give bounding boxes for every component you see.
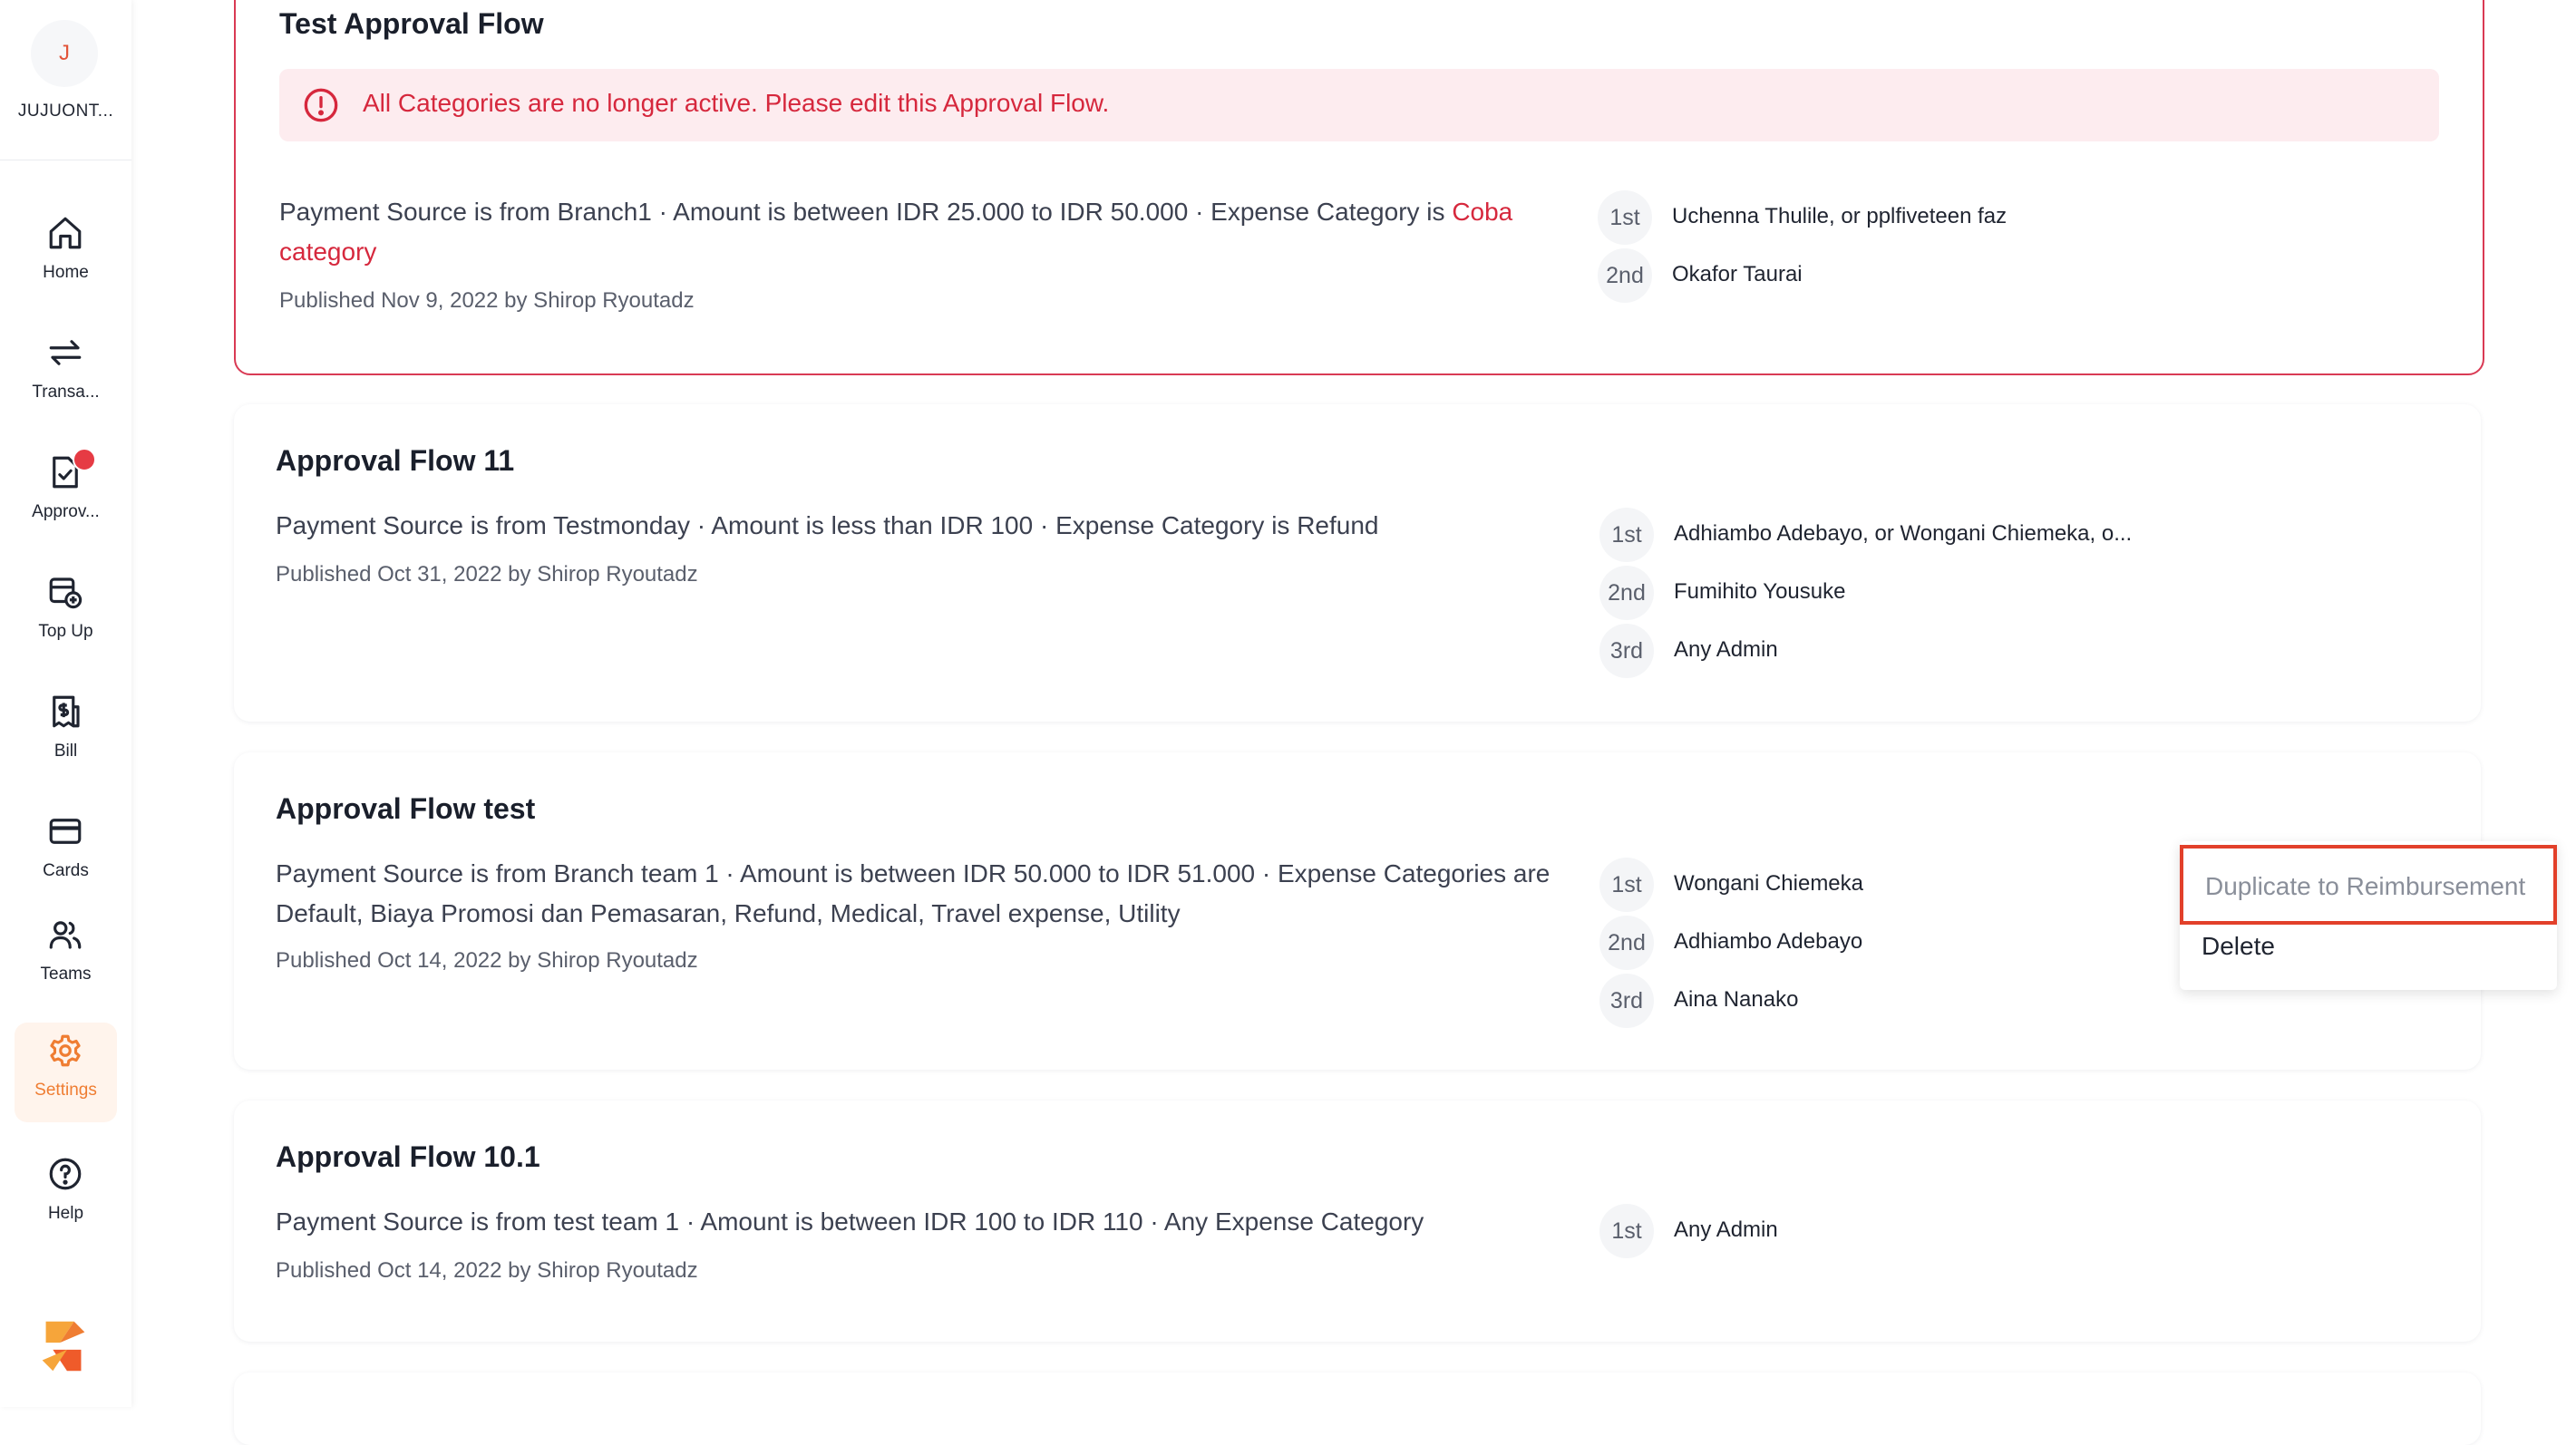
approval-flow-card[interactable]: Approval Flow 10.1 Payment Source is fro… bbox=[234, 1101, 2481, 1342]
flow-conditions: Payment Source is from Branch team 1 · A… bbox=[276, 859, 1550, 927]
sidebar-item-topup[interactable]: Top Up bbox=[15, 564, 117, 664]
step-number: 1st bbox=[1599, 508, 1654, 562]
step-approver: Fumihito Yousuke bbox=[1674, 579, 1846, 604]
sidebar-item-label: Top Up bbox=[38, 622, 93, 641]
sidebar-item-transactions[interactable]: Transa... bbox=[15, 325, 117, 424]
sidebar-item-label: Bill bbox=[53, 742, 78, 761]
step-approver: Okafor Taurai bbox=[1672, 262, 1803, 286]
gear-icon bbox=[50, 1034, 81, 1067]
users-icon bbox=[49, 921, 82, 949]
published-info: Published Nov 9, 2022 by Shirop Ryoutadz bbox=[279, 288, 695, 313]
flow-title: Approval Flow 11 bbox=[276, 444, 515, 477]
sidebar-item-home[interactable]: Home bbox=[15, 205, 117, 305]
step-number: 2nd bbox=[1599, 566, 1654, 620]
sidebar-item-label: Help bbox=[47, 1204, 84, 1223]
sidebar-item-bill[interactable]: Bill bbox=[15, 684, 117, 783]
flow-conditions: Payment Source is from test team 1 · Amo… bbox=[276, 1207, 1424, 1236]
step-number: 1st bbox=[1599, 858, 1654, 912]
sidebar-item-approvals[interactable]: Approv... bbox=[15, 444, 117, 544]
sidebar-item-label: Home bbox=[43, 263, 89, 282]
sidebar-item-label: Transa... bbox=[32, 383, 100, 402]
step-number: 3rd bbox=[1599, 624, 1654, 678]
step-number: 2nd bbox=[1598, 248, 1652, 303]
approval-flow-card[interactable] bbox=[234, 1372, 2481, 1445]
menu-item-label: Delete bbox=[2202, 932, 2275, 960]
step-approver: Any Admin bbox=[1674, 1217, 1778, 1242]
org-avatar: J bbox=[31, 20, 98, 87]
step-approver: Any Admin bbox=[1674, 637, 1778, 662]
published-info: Published Oct 31, 2022 by Shirop Ryoutad… bbox=[276, 562, 698, 587]
step-number: 2nd bbox=[1599, 916, 1654, 970]
sidebar-item-label: Teams bbox=[40, 965, 92, 984]
sidebar: J JUJUONT... Home Transa... Approv... To… bbox=[0, 0, 131, 1407]
sidebar-item-help[interactable]: Help bbox=[15, 1146, 117, 1246]
flow-conditions: Payment Source is from Testmonday · Amou… bbox=[276, 511, 1379, 539]
bill-icon bbox=[53, 695, 80, 728]
alert-circle-icon bbox=[304, 88, 338, 122]
arrows-swap-icon bbox=[49, 340, 82, 365]
sidebar-item-teams[interactable]: Teams bbox=[15, 907, 117, 1006]
flow-title: Test Approval Flow bbox=[279, 7, 544, 40]
sidebar-item-cards[interactable]: Cards bbox=[15, 803, 117, 903]
step-number: 3rd bbox=[1599, 974, 1654, 1028]
flow-actions-menu: Duplicate to Reimbursement Delete bbox=[2180, 841, 2557, 990]
sidebar-item-label: Settings bbox=[34, 1081, 97, 1100]
wallet-plus-icon bbox=[49, 577, 83, 609]
sidebar-item-label: Approv... bbox=[32, 502, 100, 521]
error-alert: All Categories are no longer active. Ple… bbox=[279, 69, 2439, 141]
step-approver: Adhiambo Adebayo, or Wongani Chiemeka, o… bbox=[1674, 521, 2133, 546]
condition-text: Payment Source is from Branch1 · Amount … bbox=[279, 198, 1453, 226]
delete-menu-item[interactable]: Delete bbox=[2180, 925, 2557, 979]
flow-conditions: Payment Source is from Branch1 · Amount … bbox=[279, 192, 1585, 272]
home-icon bbox=[49, 217, 82, 249]
menu-item-label: Duplicate to Reimbursement bbox=[2205, 872, 2526, 900]
published-info: Published Oct 14, 2022 by Shirop Ryoutad… bbox=[276, 1258, 698, 1283]
duplicate-to-reimbursement-menu-item[interactable]: Duplicate to Reimbursement bbox=[2180, 845, 2557, 925]
step-number: 1st bbox=[1598, 190, 1652, 245]
approval-flow-card[interactable]: Approval Flow test Payment Source is fro… bbox=[234, 752, 2481, 1070]
approval-flow-card[interactable]: Test Approval Flow All Categories are no… bbox=[234, 0, 2484, 375]
org-switcher[interactable]: J JUJUONT... bbox=[0, 0, 131, 160]
brand-logo-icon bbox=[42, 1321, 85, 1372]
published-info: Published Oct 14, 2022 by Shirop Ryoutad… bbox=[276, 948, 698, 973]
credit-card-icon bbox=[49, 819, 82, 844]
alert-message: All Categories are no longer active. Ple… bbox=[363, 89, 1110, 117]
step-approver: Adhiambo Adebayo bbox=[1674, 929, 1863, 954]
flow-title: Approval Flow test bbox=[276, 792, 536, 825]
step-approver: Uchenna Thulile, or pplfiveteen faz bbox=[1672, 204, 2007, 228]
org-name: JUJUONT... bbox=[17, 102, 114, 121]
step-approver: Wongani Chiemeka bbox=[1674, 871, 1864, 896]
notification-badge bbox=[73, 448, 96, 471]
step-number: 1st bbox=[1599, 1204, 1654, 1258]
flow-title: Approval Flow 10.1 bbox=[276, 1140, 540, 1173]
help-circle-icon bbox=[49, 1158, 82, 1190]
sidebar-item-settings[interactable]: Settings bbox=[15, 1023, 117, 1122]
approval-flow-card[interactable]: Approval Flow 11 Payment Source is from … bbox=[234, 404, 2481, 722]
step-approver: Aina Nanako bbox=[1674, 987, 1799, 1012]
sidebar-item-label: Cards bbox=[43, 861, 89, 880]
